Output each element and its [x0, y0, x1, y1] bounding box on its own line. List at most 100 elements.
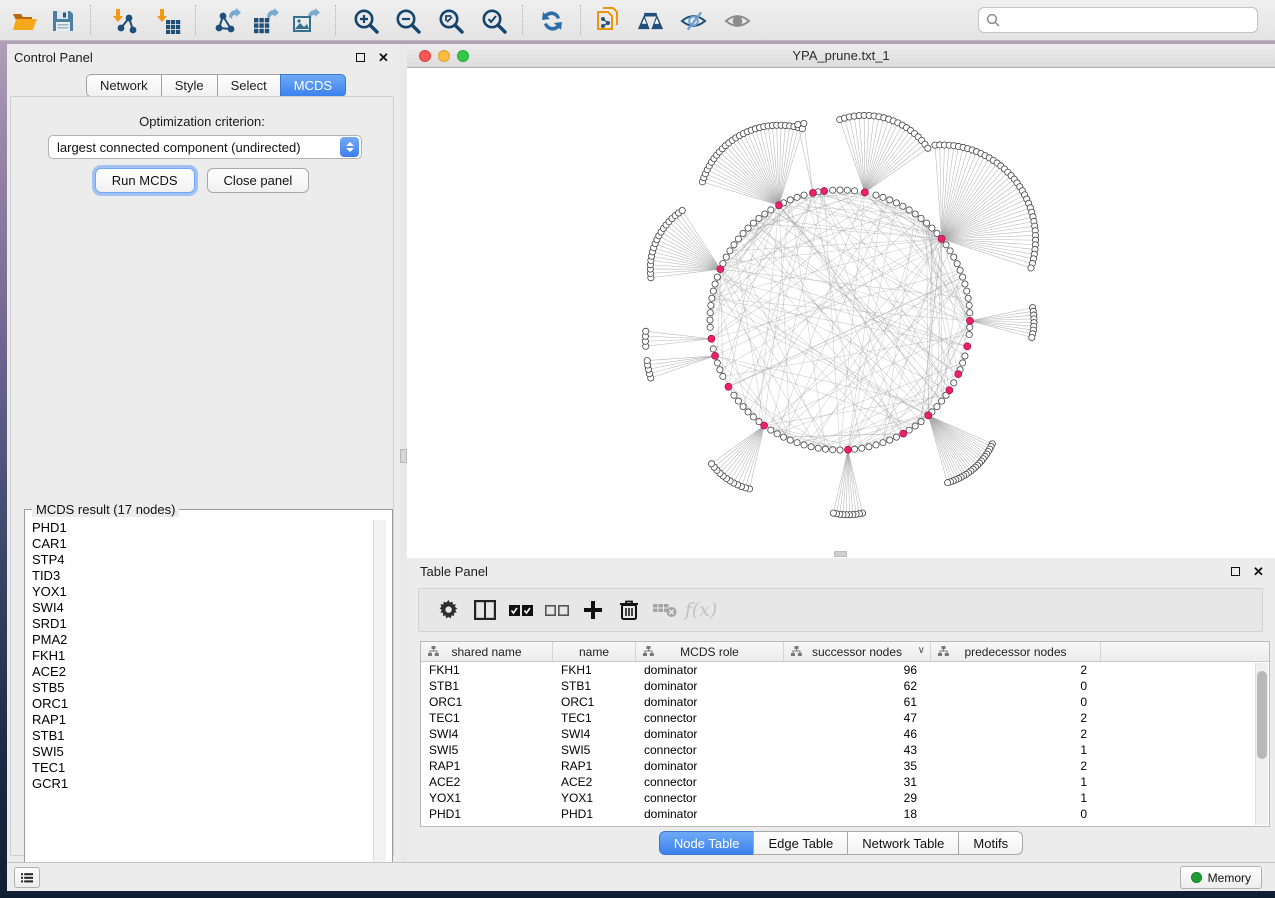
network-node[interactable]: [795, 121, 801, 127]
mcds-result-item[interactable]: STB5: [26, 680, 378, 696]
zoom-fit-icon[interactable]: [437, 7, 464, 34]
network-node[interactable]: [745, 409, 751, 415]
network-node[interactable]: [794, 194, 800, 200]
network-node[interactable]: [951, 254, 957, 260]
network-node[interactable]: [957, 267, 963, 273]
network-mcds-node[interactable]: [809, 189, 816, 196]
network-node[interactable]: [954, 260, 960, 266]
deselect-all-icon[interactable]: [539, 595, 575, 625]
tab-select[interactable]: Select: [217, 74, 280, 97]
network-node[interactable]: [962, 281, 968, 287]
network-node[interactable]: [727, 248, 733, 254]
network-node[interactable]: [740, 230, 746, 236]
mcds-result-item[interactable]: SWI5: [26, 744, 378, 760]
network-node[interactable]: [893, 200, 899, 206]
network-node[interactable]: [745, 225, 751, 231]
network-node[interactable]: [887, 197, 893, 203]
network-node[interactable]: [801, 192, 807, 198]
network-node[interactable]: [939, 398, 945, 404]
close-panel-button[interactable]: Close panel: [207, 168, 310, 193]
network-node[interactable]: [912, 211, 918, 217]
zoom-out-icon[interactable]: [394, 7, 421, 34]
float-panel-icon[interactable]: [354, 51, 367, 64]
close-panel-icon[interactable]: ✕: [377, 51, 390, 64]
export-image-icon[interactable]: [293, 7, 320, 34]
show-details-icon[interactable]: [724, 7, 751, 34]
mcds-list-scrollbar[interactable]: [373, 520, 386, 879]
network-node[interactable]: [967, 310, 973, 316]
mcds-result-item[interactable]: ACE2: [26, 664, 378, 680]
network-mcds-node[interactable]: [725, 383, 732, 390]
tab-node-table[interactable]: Node Table: [659, 831, 754, 855]
network-node[interactable]: [808, 444, 814, 450]
network-node[interactable]: [723, 254, 729, 260]
network-node[interactable]: [887, 437, 893, 443]
network-node[interactable]: [830, 187, 836, 193]
network-mcds-node[interactable]: [966, 317, 973, 324]
network-node[interactable]: [710, 288, 716, 294]
network-node[interactable]: [762, 211, 768, 217]
tab-style[interactable]: Style: [161, 74, 217, 97]
network-node[interactable]: [735, 398, 741, 404]
float-table-panel-icon[interactable]: [1229, 565, 1242, 578]
network-node[interactable]: [714, 360, 720, 366]
table-row[interactable]: FKH1FKH1dominator962: [421, 662, 1269, 678]
network-mcds-node[interactable]: [946, 387, 953, 394]
network-node[interactable]: [708, 461, 714, 467]
table-row[interactable]: SWI4SWI4dominator462: [421, 726, 1269, 742]
mcds-result-item[interactable]: SRD1: [26, 616, 378, 632]
network-node[interactable]: [822, 446, 828, 452]
network-node[interactable]: [906, 427, 912, 433]
network-node[interactable]: [851, 446, 857, 452]
run-mcds-button[interactable]: Run MCDS: [95, 168, 195, 193]
network-mcds-node[interactable]: [712, 352, 719, 359]
criterion-dropdown[interactable]: largest connected component (undirected): [48, 135, 362, 159]
network-node[interactable]: [787, 197, 793, 203]
zoom-in-icon[interactable]: [352, 7, 379, 34]
network-mcds-node[interactable]: [955, 371, 962, 378]
network-node[interactable]: [900, 203, 906, 209]
network-node[interactable]: [801, 120, 807, 126]
network-node[interactable]: [966, 302, 972, 308]
table-scrollbar-thumb[interactable]: [1257, 671, 1267, 759]
network-node[interactable]: [844, 187, 850, 193]
network-node[interactable]: [859, 445, 865, 451]
network-node[interactable]: [924, 220, 930, 226]
network-node[interactable]: [750, 414, 756, 420]
network-node[interactable]: [962, 353, 968, 359]
network-node[interactable]: [960, 360, 966, 366]
network-node[interactable]: [918, 419, 924, 425]
import-table-icon[interactable]: [155, 7, 182, 34]
mcds-result-item[interactable]: SWI4: [26, 600, 378, 616]
network-mcds-node[interactable]: [964, 343, 971, 350]
network-node[interactable]: [837, 447, 843, 453]
network-node[interactable]: [912, 423, 918, 429]
column-header-MCDS-role[interactable]: MCDS role: [636, 642, 784, 661]
network-node[interactable]: [815, 445, 821, 451]
network-node[interactable]: [965, 295, 971, 301]
canvas-resize-handle[interactable]: [834, 551, 847, 557]
network-mcds-node[interactable]: [761, 422, 768, 429]
network-node[interactable]: [951, 380, 957, 386]
table-row[interactable]: SWI5SWI5connector431: [421, 742, 1269, 758]
network-window-titlebar[interactable]: YPA_prune.txt_1: [407, 44, 1275, 68]
network-node[interactable]: [934, 230, 940, 236]
table-row[interactable]: STB1STB1dominator620: [421, 678, 1269, 694]
network-node[interactable]: [643, 328, 649, 334]
network-node[interactable]: [960, 274, 966, 280]
network-node[interactable]: [943, 242, 949, 248]
network-node[interactable]: [801, 442, 807, 448]
network-node[interactable]: [934, 404, 940, 410]
open-folder-icon[interactable]: [11, 7, 38, 34]
mcds-result-item[interactable]: STB1: [26, 728, 378, 744]
network-node[interactable]: [964, 288, 970, 294]
network-node[interactable]: [880, 440, 886, 446]
network-node[interactable]: [780, 434, 786, 440]
network-node[interactable]: [873, 442, 879, 448]
network-node[interactable]: [851, 188, 857, 194]
mcds-result-item[interactable]: TEC1: [26, 760, 378, 776]
network-node[interactable]: [768, 427, 774, 433]
network-node[interactable]: [873, 192, 879, 198]
network-node[interactable]: [731, 242, 737, 248]
network-mcds-node[interactable]: [861, 189, 868, 196]
